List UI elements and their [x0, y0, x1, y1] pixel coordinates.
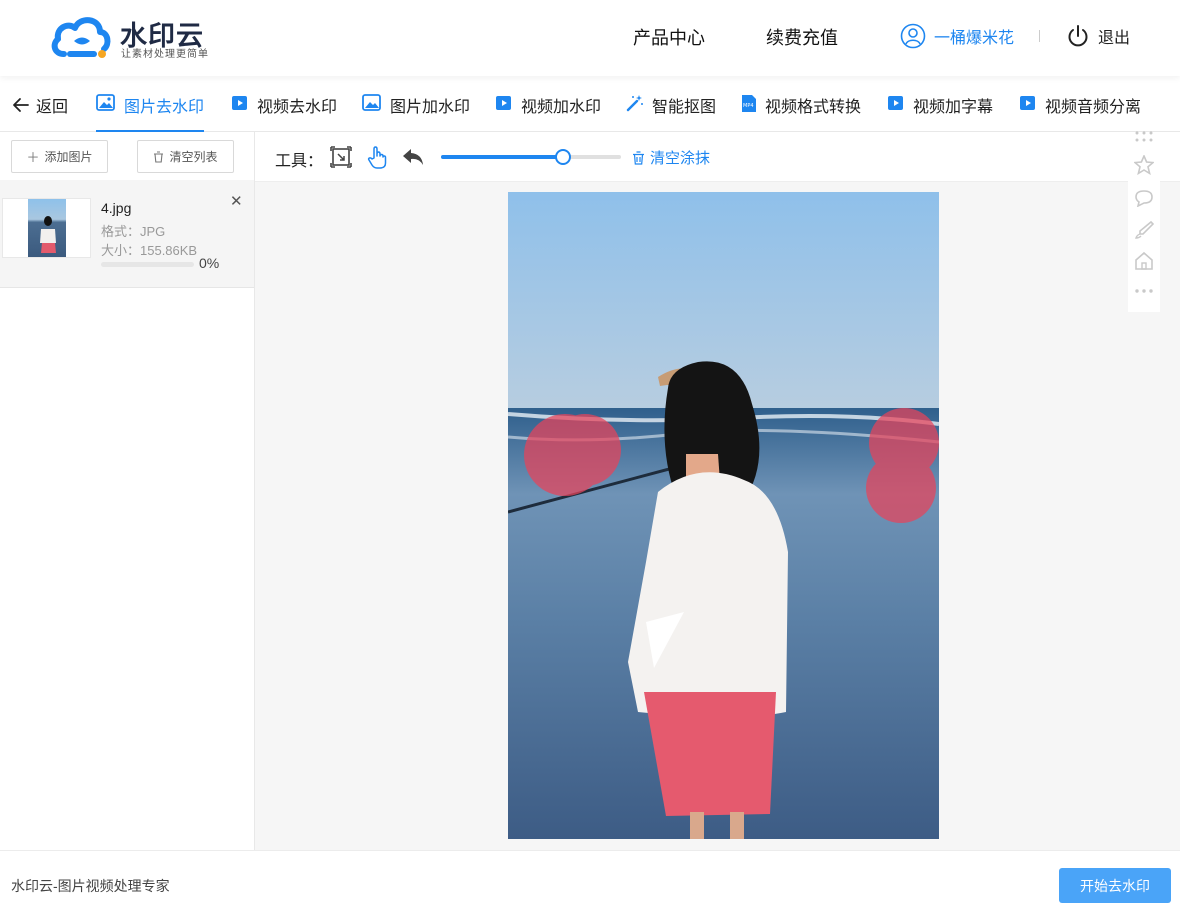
- logo[interactable]: 水印云 让素材处理更简单: [50, 12, 220, 62]
- mp4-file-icon: MP4: [742, 95, 756, 112]
- brand-slogan: 让素材处理更简单: [121, 49, 209, 60]
- tab-video-remove-watermark[interactable]: 视频去水印: [231, 93, 337, 132]
- hand-pointer-icon[interactable]: [366, 146, 388, 170]
- brush-icon[interactable]: [1134, 220, 1154, 240]
- start-remove-watermark-button[interactable]: 开始去水印: [1059, 868, 1171, 903]
- nav-recharge[interactable]: 续费充值: [766, 24, 838, 50]
- tool-label: 工具：: [275, 153, 324, 170]
- grid-dots-icon[interactable]: [1134, 130, 1154, 144]
- tab-image-add-watermark[interactable]: 图片加水印: [362, 93, 470, 132]
- file-list-item[interactable]: 4.jpg 格式：JPG 大小：155.86KB 0% ✕: [0, 180, 254, 288]
- tab-label: 视频格式转换: [765, 99, 862, 116]
- select-rect-icon[interactable]: [330, 146, 352, 168]
- nav-product-center[interactable]: 产品中心: [633, 24, 705, 50]
- file-list-panel: ＋ 添加图片 清空列表 4.jpg 格式：JPG 大小：155.86KB 0% …: [0, 132, 255, 850]
- back-button[interactable]: 返回: [12, 93, 68, 117]
- image-icon: [96, 94, 115, 111]
- file-progress-percent: 0%: [199, 255, 220, 271]
- user-name: 一桶爆米花: [934, 30, 1015, 47]
- comment-icon[interactable]: [1134, 189, 1154, 207]
- video-subtitle-icon: [888, 96, 903, 110]
- star-icon[interactable]: [1134, 155, 1154, 175]
- brush-size-slider[interactable]: [441, 149, 621, 165]
- svg-text:MP4: MP4: [743, 103, 754, 109]
- add-image-label: 添加图片: [44, 150, 93, 164]
- file-size: 大小：155.86KB: [101, 243, 198, 258]
- file-name: 4.jpg: [101, 200, 132, 216]
- footer-text: 水印云-图片视频处理专家: [11, 878, 170, 894]
- tab-label: 图片加水印: [390, 99, 471, 116]
- logout-button[interactable]: 退出: [1067, 22, 1130, 50]
- trash-icon: [633, 150, 644, 165]
- tab-label: 视频去水印: [257, 99, 338, 116]
- arrow-left-icon: [13, 98, 29, 112]
- close-icon[interactable]: ✕: [230, 192, 243, 210]
- tab-label: 智能抠图: [652, 99, 717, 116]
- editor-workspace: 工具： 清空涂抹: [255, 130, 1180, 850]
- tab-image-remove-watermark[interactable]: 图片去水印: [96, 93, 205, 132]
- back-label: 返回: [36, 99, 69, 116]
- tab-smart-cutout[interactable]: 智能抠图: [626, 93, 716, 132]
- tab-video-format-convert[interactable]: MP4 视频格式转换: [741, 93, 861, 132]
- video-icon: [232, 96, 247, 110]
- clear-list-button[interactable]: 清空列表: [137, 140, 234, 173]
- tab-label: 图片去水印: [124, 99, 205, 116]
- photo-canvas[interactable]: [508, 192, 939, 839]
- brush-size-handle[interactable]: [555, 149, 572, 165]
- image-add-icon: [362, 94, 381, 111]
- clear-paint-button[interactable]: 清空涂抹: [632, 147, 710, 168]
- more-icon[interactable]: [1134, 287, 1154, 295]
- thumbnail-image: [28, 199, 66, 257]
- tab-label: 视频加水印: [521, 99, 602, 116]
- footer: 水印云-图片视频处理专家 开始去水印: [0, 850, 1180, 908]
- tab-video-add-watermark[interactable]: 视频加水印: [495, 93, 601, 132]
- video-audio-icon: [1020, 96, 1035, 110]
- add-image-button[interactable]: ＋ 添加图片: [11, 140, 108, 173]
- tab-video-add-subtitle[interactable]: 视频加字幕: [887, 93, 993, 132]
- trash-icon: [154, 150, 164, 163]
- brush-size-fill: [441, 155, 564, 159]
- header-divider: [1039, 30, 1040, 42]
- editor-toolbar: 工具： 清空涂抹: [255, 132, 1180, 182]
- user-circle-icon: [900, 23, 926, 49]
- cloud-logo-icon: [51, 17, 111, 58]
- top-header: 水印云 让素材处理更简单 产品中心 续费充值 一桶爆米花 退出: [0, 0, 1180, 76]
- video-add-icon: [496, 96, 511, 110]
- file-progress-bar: [101, 262, 194, 267]
- user-menu[interactable]: 一桶爆米花: [900, 22, 1014, 50]
- clear-list-label: 清空列表: [169, 150, 218, 164]
- home-icon[interactable]: [1134, 251, 1154, 271]
- tab-video-audio-separate[interactable]: 视频音频分离: [1019, 93, 1141, 132]
- logout-label: 退出: [1098, 30, 1131, 47]
- plus-icon: ＋: [26, 150, 40, 165]
- tool-nav: 返回 图片去水印 视频去水印 图片加水印 视频加水印 智能抠图 MP4 视频格式…: [0, 76, 1180, 132]
- power-icon: [1068, 25, 1088, 47]
- tab-label: 视频加字幕: [913, 99, 994, 116]
- tab-label: 视频音频分离: [1045, 99, 1142, 116]
- file-format: 格式：JPG: [101, 224, 166, 239]
- right-rail: [1128, 130, 1160, 312]
- clear-paint-label: 清空涂抹: [650, 150, 711, 167]
- magic-wand-icon: [626, 95, 643, 112]
- file-thumbnail: [2, 198, 91, 258]
- undo-icon[interactable]: [402, 148, 424, 166]
